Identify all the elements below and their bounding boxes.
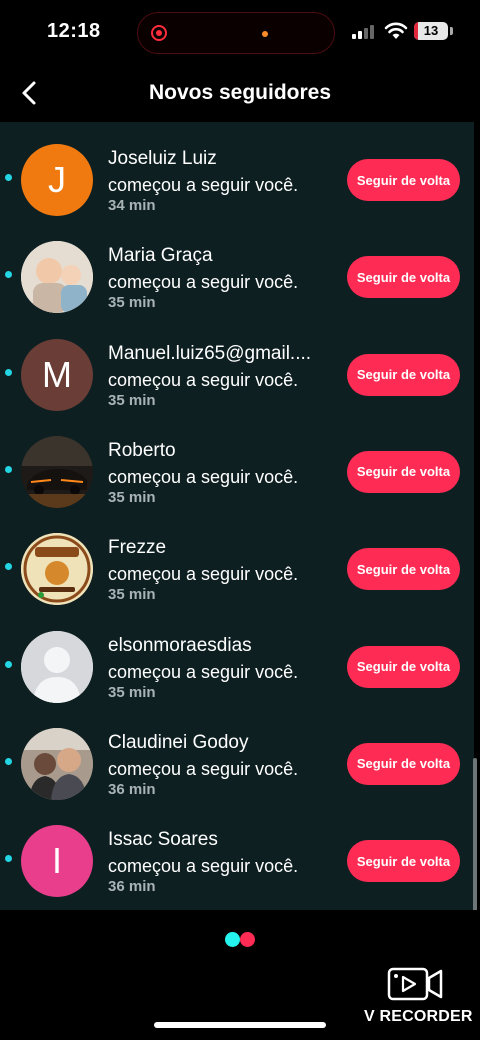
timestamp: 34 min [108,197,156,214]
avatar[interactable] [21,435,93,508]
dynamic-island [137,12,335,54]
list-item[interactable]: elsonmoraesdias começou a seguir você. 35 … [0,609,474,706]
list-item[interactable]: Maria Graça começou a seguir você. 35 min S… [0,219,474,316]
follow-action-text: começou a seguir você. [108,466,299,487]
status-time: 12:18 [47,20,101,42]
follower-name[interactable]: Roberto [108,440,332,462]
avatar-initial: J [48,159,66,200]
follow-back-button[interactable]: Seguir de volta [347,256,460,299]
avatar[interactable] [21,727,93,800]
follow-back-button[interactable]: Seguir de volta [347,840,460,883]
avatar-initial: M [42,353,72,395]
follower-name[interactable]: Claudinei Godoy [108,732,332,754]
battery-percent: 13 [423,23,439,38]
avatar[interactable] [21,241,93,314]
battery-icon: 13 [414,22,448,40]
follow-back-button[interactable]: Seguir de volta [347,450,460,493]
follow-action-text: começou a seguir você. [108,175,299,195]
unread-dot-icon [5,368,12,376]
follow-action-text: começou a seguir você. [108,758,299,779]
unread-dot-icon [5,271,12,279]
unread-dot-icon [5,465,12,473]
wifi-icon [384,22,408,39]
page-title: Novos seguidores [148,81,332,104]
unread-dot-icon [5,660,12,668]
unread-dot-icon [5,174,12,181]
follow-back-button[interactable]: Seguir de volta [347,159,460,201]
follower-name[interactable]: Maria Graça [108,245,332,267]
bottom-area: V RECORDER [0,910,480,1040]
list-item[interactable]: J Joseluiz Luiz começou a seguir você. 34 m… [0,122,474,219]
follow-action-text: começou a seguir você. [108,661,299,682]
timestamp: 35 min [108,488,156,506]
avatar[interactable] [21,533,93,606]
follow-back-button[interactable]: Seguir de volta [347,645,460,688]
timestamp: 36 min [108,878,156,896]
timestamp: 36 min [108,780,156,798]
unread-dot-icon [5,757,12,765]
follower-name[interactable]: Joseluiz Luiz [108,148,332,170]
loading-dot-cyan [225,932,240,947]
status-bar: 12:18 13 [0,0,480,64]
avatar[interactable]: M [21,338,93,411]
loading-dot-red [240,932,255,947]
unread-dot-icon [5,855,12,863]
list-item[interactable]: M Manuel.luiz65@gmail.... começou a seguir… [0,317,474,414]
timestamp: 35 min [108,391,156,409]
follow-back-button[interactable]: Seguir de volta [347,742,460,785]
timestamp: 35 min [108,683,156,701]
follow-back-button[interactable]: Seguir de volta [347,548,460,591]
list-item[interactable]: Frezze começou a seguir você. 35 min Seguir… [0,511,474,608]
orange-dot-icon [262,31,268,37]
battery-cap [450,27,453,35]
follow-back-button[interactable]: Seguir de volta [347,353,460,396]
video-recorder-icon [387,967,443,1001]
follower-name[interactable]: elsonmoraesdias [108,635,332,657]
cellular-signal-icon [352,25,376,39]
timestamp: 35 min [108,586,156,604]
follower-name[interactable]: Issac Soares [108,829,332,851]
list-item[interactable]: Claudinei Godoy começou a seguir você. 36 … [0,706,474,803]
list-item[interactable]: Roberto começou a seguir você. 35 min Segui… [0,414,474,511]
recording-icon [151,25,167,41]
timestamp: 35 min [108,294,156,312]
unread-dot-icon [5,563,12,571]
header: Novos seguidores [0,64,480,122]
follow-action-text: começou a seguir você. [108,856,299,877]
followers-list[interactable]: J Joseluiz Luiz começou a seguir você. 34 m… [0,122,477,966]
avatar[interactable] [21,630,93,703]
avatar-initial: I [51,840,62,882]
avatar[interactable]: J [21,144,93,216]
follower-name[interactable]: Manuel.luiz65@gmail.... [108,343,332,365]
watermark-label: V RECORDER [364,1008,473,1025]
follow-action-text: começou a seguir você. [108,272,299,293]
home-indicator[interactable] [154,1022,326,1028]
avatar[interactable]: I [21,825,93,898]
follow-action-text: começou a seguir você. [108,564,299,585]
follower-name[interactable]: Frezze [108,537,332,559]
list-item[interactable]: I Issac Soares começou a seguir você. 36 mi… [0,803,474,900]
follow-action-text: começou a seguir você. [108,369,299,390]
